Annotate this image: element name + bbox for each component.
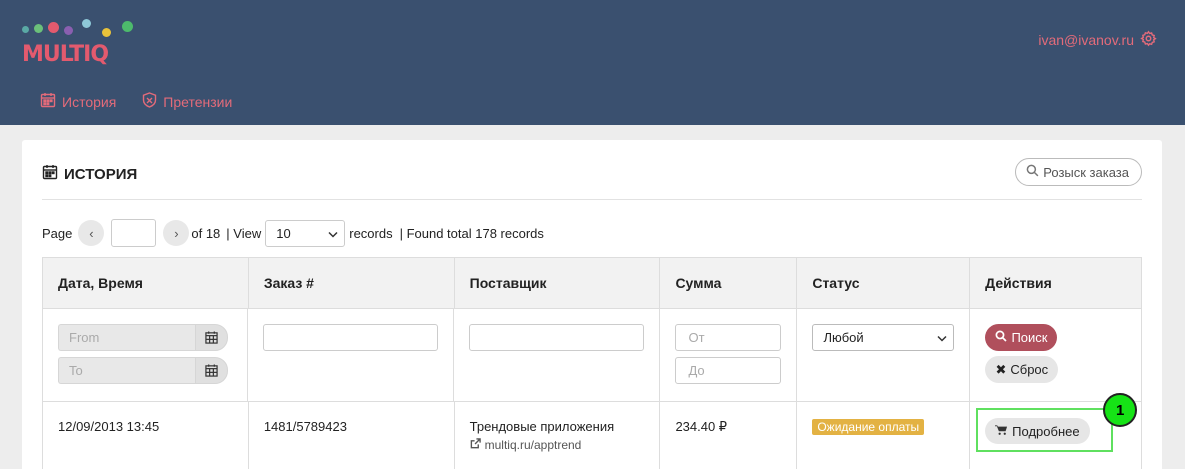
logo-dot (64, 26, 73, 35)
prev-page-button[interactable]: ‹ (78, 220, 105, 246)
gear-icon[interactable] (1140, 30, 1157, 50)
order-number-input[interactable] (263, 324, 439, 351)
search-order-label: Розыск заказа (1043, 164, 1129, 180)
nav-item-label: История (62, 93, 117, 110)
logo-dot (122, 21, 133, 32)
pagination-bar: Page ‹ › of 18 | View 10 records | Found… (42, 219, 544, 247)
shield-icon (142, 92, 157, 111)
date-from-field[interactable]: From (58, 324, 228, 351)
status-select-value: Любой (823, 330, 864, 345)
logo-dot (34, 24, 43, 33)
card-header: ИСТОРИЯ Розыск заказа (42, 158, 1142, 200)
supplier-link[interactable]: multiq.ru/apptrend (470, 438, 645, 452)
nav-item-history[interactable]: История (40, 92, 116, 111)
date-from-placeholder[interactable]: From (58, 324, 195, 351)
cell-actions: Подробнее 1 (970, 393, 1143, 469)
logo-dot (48, 22, 59, 33)
cell-order-number: 1481/5789423 (249, 402, 455, 469)
next-page-button[interactable]: › (163, 220, 190, 246)
column-header[interactable]: Действия (970, 258, 1143, 308)
calendar-icon (42, 164, 58, 184)
actions-filter-cell: Поиск ✖ Сброс (970, 309, 1142, 401)
logo-dot (82, 19, 91, 28)
amount-to-input[interactable]: До (675, 357, 782, 384)
user-email: ivan@ivanov.ru (1038, 32, 1134, 48)
logo-dot (22, 26, 29, 33)
order-filter-cell (248, 309, 455, 401)
page-number-input[interactable] (111, 219, 157, 247)
page-count-label: of 18 (191, 225, 221, 241)
nav-item-label: Претензии (163, 93, 233, 110)
user-menu[interactable]: ivan@ivanov.ru (1038, 30, 1157, 50)
chevron-down-icon (328, 226, 338, 241)
chevron-left-icon: ‹ (89, 225, 94, 241)
search-icon (1026, 164, 1039, 180)
status-filter-cell: Любой (797, 309, 971, 401)
external-link-icon (470, 438, 481, 452)
cell-amount: 234.40 ₽ (660, 402, 798, 469)
calendar-icon[interactable] (195, 324, 228, 351)
search-order-button[interactable]: Розыск заказа (1015, 158, 1142, 186)
annotation-marker: 1 (1103, 393, 1138, 427)
column-header[interactable]: Дата, Время (43, 258, 249, 308)
close-icon: ✖ (995, 361, 1007, 377)
supplier-link-text: multiq.ru/apptrend (484, 438, 582, 452)
search-icon (995, 330, 1008, 345)
date-to-placeholder[interactable]: To (58, 357, 195, 384)
search-button-label: Поиск (1011, 330, 1048, 345)
column-header[interactable]: Заказ # (248, 258, 455, 308)
main-nav: История Претензии (40, 92, 232, 111)
logo-dot (102, 28, 111, 37)
history-table: Дата, Время Заказ # Поставщик Сумма Стат… (42, 257, 1143, 469)
date-to-field[interactable]: To (58, 357, 228, 384)
view-label: | View (226, 225, 262, 241)
cell-status: Ожидание оплаты (797, 402, 971, 469)
table-row: 12/09/2013 13:45 1481/5789423 Трендовые … (42, 393, 1143, 469)
column-header[interactable]: Поставщик (454, 258, 661, 308)
status-badge: Ожидание оплаты (812, 419, 925, 435)
calendar-icon (40, 92, 56, 111)
per-page-value: 10 (276, 225, 291, 241)
app-header: MULTIQ ivan@ivanov.ru История Претензии (0, 0, 1185, 125)
page-title-text: ИСТОРИЯ (64, 165, 138, 183)
per-page-select[interactable]: 10 (265, 219, 346, 247)
supplier-filter-cell (454, 309, 661, 401)
records-label: records (349, 225, 393, 241)
amount-from-input[interactable]: От (675, 324, 782, 351)
reset-button[interactable]: ✖ Сброс (985, 356, 1059, 383)
logo-text: MULTIQ (22, 42, 109, 67)
calendar-icon[interactable] (195, 357, 228, 384)
amount-filter-cell: От До (660, 309, 798, 401)
page-label: Page (42, 225, 73, 241)
date-filter-cell: From To (43, 309, 249, 401)
table-header-row: Дата, Время Заказ # Поставщик Сумма Стат… (42, 257, 1143, 309)
supplier-name: Трендовые приложения (469, 419, 615, 434)
cell-supplier: Трендовые приложения multiq.ru/apptrend (455, 402, 661, 469)
chevron-down-icon (937, 330, 947, 345)
search-button[interactable]: Поиск (985, 324, 1058, 351)
nav-item-claims[interactable]: Претензии (142, 92, 232, 111)
multiq-logo[interactable]: MULTIQ (20, 18, 140, 70)
status-select[interactable]: Любой (812, 324, 955, 351)
chevron-right-icon: › (174, 225, 179, 241)
highlight-box: 1 (976, 393, 1138, 452)
table-filter-row: From To От До Любой Поиск ✖ Сброс (42, 309, 1142, 402)
cell-datetime: 12/09/2013 13:45 (43, 402, 249, 469)
column-header[interactable]: Сумма (660, 258, 798, 308)
page-title: ИСТОРИЯ (42, 164, 137, 184)
column-header[interactable]: Статус (797, 258, 971, 308)
reset-button-label: Сброс (1010, 362, 1049, 377)
supplier-input[interactable] (469, 324, 645, 351)
found-total-label: | Found total 178 records (399, 225, 544, 241)
history-card: ИСТОРИЯ Розыск заказа Page ‹ › of 18 | V… (22, 140, 1162, 469)
